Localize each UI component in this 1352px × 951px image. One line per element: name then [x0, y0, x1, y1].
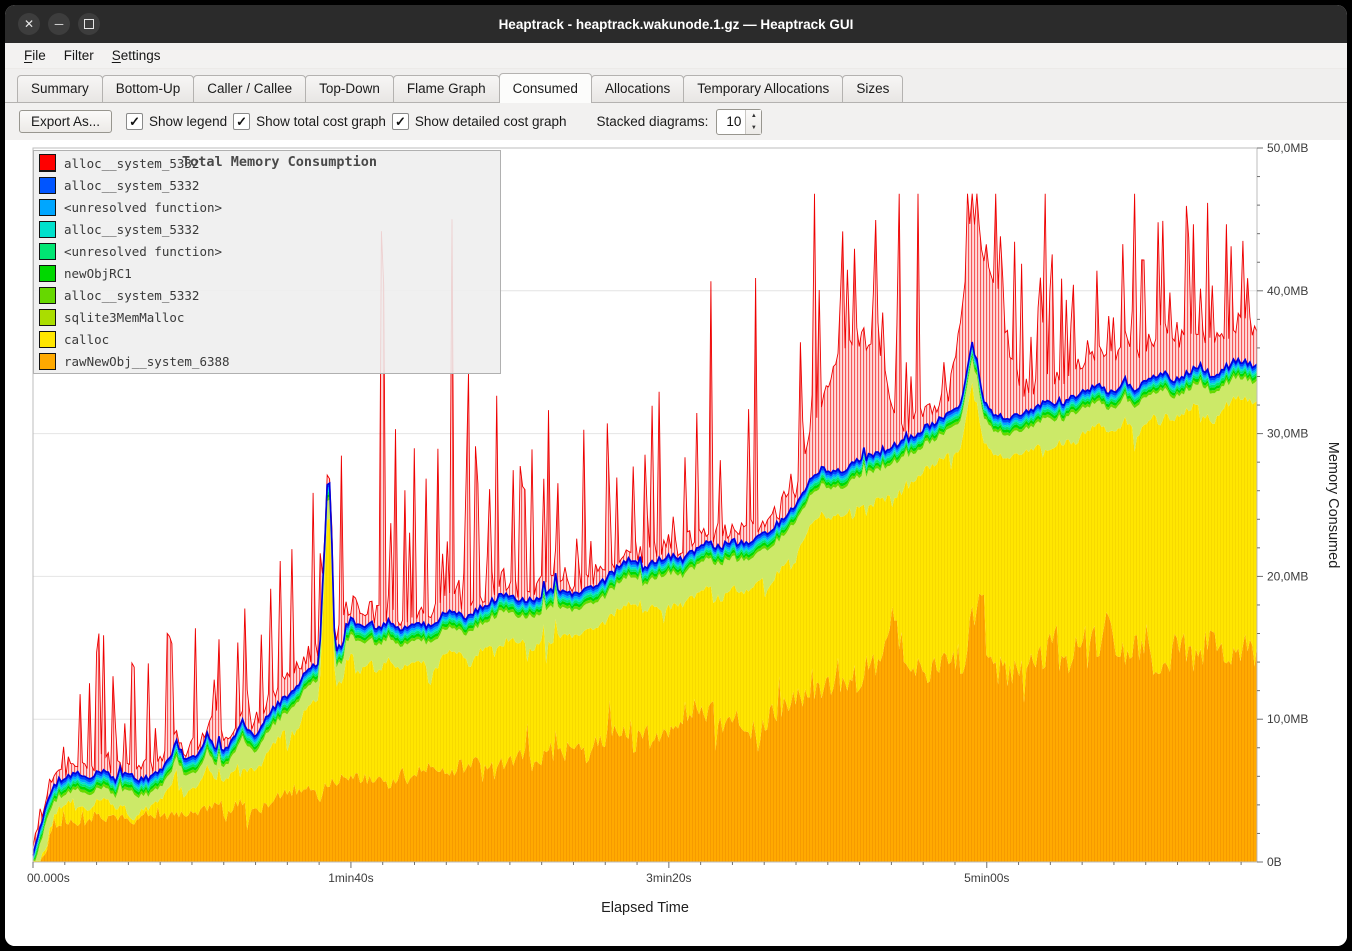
legend-swatch: [39, 331, 56, 348]
legend-item: newObjRC1: [34, 262, 500, 284]
legend-swatch: [39, 177, 56, 194]
y-tick-label: 30,0MB: [1267, 427, 1308, 441]
legend-item: alloc__system_5332: [34, 284, 500, 306]
menu-settings[interactable]: Settings: [103, 45, 170, 66]
legend-label: rawNewObj__system_6388: [64, 354, 230, 369]
tab-caller-callee[interactable]: Caller / Callee: [193, 75, 306, 102]
legend-item: sqlite3MemMalloc: [34, 306, 500, 328]
chart-legend: Total Memory Consumption alloc__system_53…: [33, 150, 501, 374]
checkbox-indicator: ✓: [126, 113, 143, 130]
checkbox-indicator: ✓: [233, 113, 250, 130]
legend-swatch: [39, 243, 56, 260]
x-axis: 00.000s 1min40s 3min20s 5min00s Elapsed Time: [27, 862, 1241, 916]
checkbox-group: ✓ Show legend ✓ Show total cost graph ✓ Show …: [126, 113, 573, 131]
window-title: Heaptrack - heaptrack.wakunode.1.gz — He…: [5, 5, 1347, 43]
menu-filter[interactable]: Filter: [55, 45, 103, 66]
menubar: FileFilterSettings: [5, 43, 1347, 69]
checkbox-show-total-cost-graph[interactable]: ✓ Show total cost graph: [233, 113, 386, 130]
checkbox-label: Show legend: [149, 114, 227, 129]
tab-bottom-up[interactable]: Bottom-Up: [102, 75, 195, 102]
checkbox-indicator: ✓: [392, 113, 409, 130]
legend-item: rawNewObj__system_6388: [34, 350, 500, 372]
legend-label: Total Memory Consumption: [64, 154, 495, 170]
heaptrack-window: ✕ ─ Heaptrack - heaptrack.wakunode.1.gz …: [5, 5, 1347, 946]
tab-consumed[interactable]: Consumed: [499, 73, 592, 103]
checkbox-label: Show total cost graph: [256, 114, 386, 129]
tab-sizes[interactable]: Sizes: [842, 75, 903, 102]
legend-label: <unresolved function>: [64, 244, 222, 259]
legend-label: alloc__system_5332: [64, 222, 199, 237]
legend-title-row: Total Memory Consumption: [34, 151, 500, 173]
legend-label: newObjRC1: [64, 266, 132, 281]
stacked-diagrams-label: Stacked diagrams:: [597, 114, 709, 129]
menu-file[interactable]: File: [15, 45, 55, 66]
legend-label: alloc__system_5332: [64, 288, 199, 303]
legend-item: <unresolved function>: [34, 240, 500, 262]
legend-item: alloc__system_5332: [34, 218, 500, 240]
y-tick-label: 0B: [1267, 855, 1282, 869]
export-as-button[interactable]: Export As...: [19, 110, 112, 133]
legend-label: <unresolved function>: [64, 200, 222, 215]
legend-swatch: [39, 287, 56, 304]
legend-label: alloc__system_5332: [64, 178, 199, 193]
y-axis: 0B 10,0MB 20,0MB 30,0MB 40,0MB 50,0MB Memory C…: [1257, 141, 1341, 869]
spinbox-buttons: ▲ ▼: [745, 110, 761, 134]
tab-temporary-allocations[interactable]: Temporary Allocations: [683, 75, 843, 102]
tab-allocations[interactable]: Allocations: [591, 75, 684, 102]
legend-swatch: [39, 154, 56, 171]
legend-label: sqlite3MemMalloc: [64, 310, 184, 325]
tab-flame-graph[interactable]: Flame Graph: [393, 75, 500, 102]
y-tick-label: 20,0MB: [1267, 569, 1308, 583]
stacked-series: [33, 342, 1257, 862]
chart-area: 0B 10,0MB 20,0MB 30,0MB 40,0MB 50,0MB Memory C…: [5, 140, 1347, 946]
tab-top-down[interactable]: Top-Down: [305, 75, 394, 102]
legend-swatch: [39, 199, 56, 216]
spinbox-value: 10: [717, 110, 745, 134]
legend-item: calloc: [34, 328, 500, 350]
checkbox-label: Show detailed cost graph: [415, 114, 567, 129]
spinbox-down-button[interactable]: ▼: [746, 122, 761, 134]
x-tick-label: 3min20s: [646, 871, 691, 885]
legend-swatch: [39, 221, 56, 238]
legend-swatch: [39, 353, 56, 370]
legend-swatch: [39, 265, 56, 282]
checkbox-show-legend[interactable]: ✓ Show legend: [126, 113, 227, 130]
toolbar: Export As... ✓ Show legend ✓ Show total cos…: [5, 103, 1347, 140]
y-axis-title: Memory Consumed: [1325, 442, 1341, 569]
y-tick-label: 40,0MB: [1267, 284, 1308, 298]
legend-label: calloc: [64, 332, 109, 347]
checkbox-show-detailed-cost-graph[interactable]: ✓ Show detailed cost graph: [392, 113, 567, 130]
tab-bar: SummaryBottom-UpCaller / CalleeTop-DownF…: [5, 69, 1347, 103]
x-tick-label: 00.000s: [27, 871, 70, 885]
x-tick-label: 5min00s: [964, 871, 1009, 885]
spinbox-up-button[interactable]: ▲: [746, 110, 761, 122]
x-axis-title: Elapsed Time: [601, 900, 689, 916]
y-tick-label: 10,0MB: [1267, 712, 1308, 726]
y-tick-label: 50,0MB: [1267, 141, 1308, 155]
titlebar[interactable]: ✕ ─ Heaptrack - heaptrack.wakunode.1.gz …: [5, 5, 1347, 43]
x-tick-label: 1min40s: [328, 871, 373, 885]
stacked-diagrams-spinbox[interactable]: 10 ▲ ▼: [716, 109, 762, 135]
legend-item: alloc__system_5332: [34, 174, 500, 196]
legend-item: <unresolved function>: [34, 196, 500, 218]
tab-summary[interactable]: Summary: [17, 75, 103, 102]
legend-swatch: [39, 309, 56, 326]
